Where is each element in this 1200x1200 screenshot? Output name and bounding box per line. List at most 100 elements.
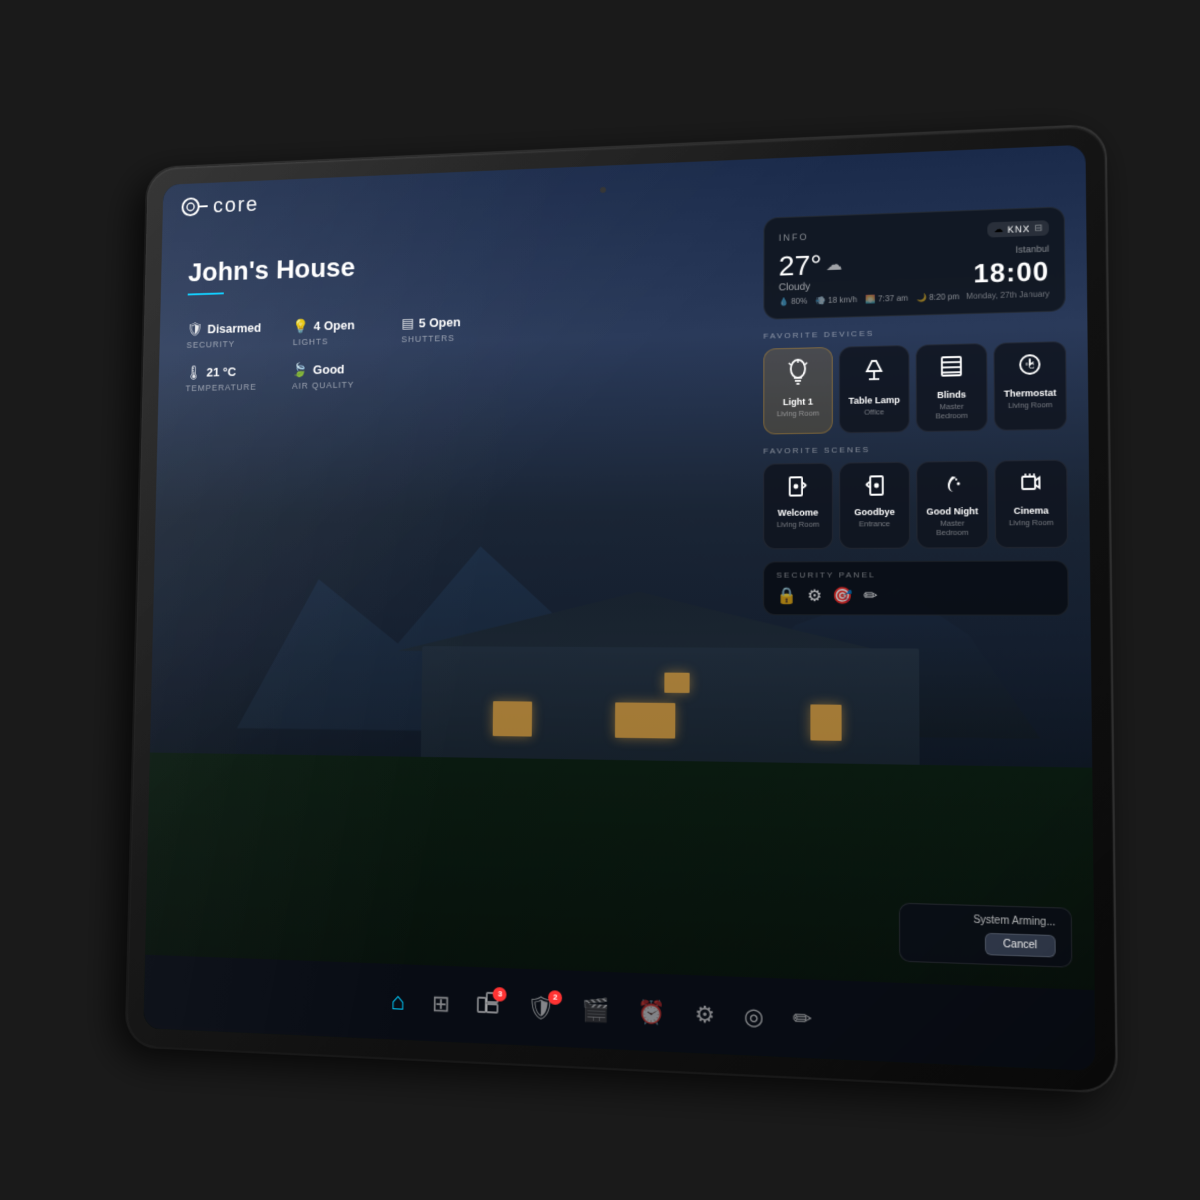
scene-icon-cinema: [1020, 471, 1042, 499]
device-icon-table-lamp: [863, 357, 886, 390]
cancel-arming-button[interactable]: Cancel: [985, 933, 1056, 958]
time-section: Istanbul 18:00 Monday, 27th January: [966, 244, 1050, 301]
scene-card-goodnight[interactable]: Good Night Master Bedroom: [916, 460, 988, 548]
scene-location-cinema: Living Room: [1009, 517, 1054, 527]
scene-location-goodbye: Entrance: [859, 519, 890, 528]
knx-badge: ☁ KNX ⊟: [987, 220, 1049, 237]
lights-value: 4 Open: [314, 318, 355, 333]
lights-icon: 💡: [293, 318, 309, 335]
scene-card-welcome[interactable]: Welcome Living Room: [763, 463, 833, 549]
right-panel: INFO ☁ KNX ⊟ 27° ☁ Cloudy: [763, 206, 1069, 623]
weather-humidity: 💧 80%: [779, 297, 808, 307]
air-quality-value: Good: [313, 362, 345, 377]
nav-item-rooms[interactable]: ⊞: [432, 990, 450, 1017]
time-display: 18:00: [966, 256, 1050, 290]
weather-sunset: 🌙 8:20 pm: [916, 292, 959, 302]
status-temperature[interactable]: 🌡 21 °C TEMPERATURE: [185, 362, 283, 393]
logo-icon: [181, 196, 210, 218]
device-name-light1: Light 1: [783, 397, 813, 408]
security-action-target[interactable]: 🎯: [832, 585, 853, 605]
favorite-devices-section: FAVORITE DEVICES: [763, 324, 1067, 435]
system-arming-notification: System Arming... Cancel: [899, 903, 1072, 968]
more-nav-icon: ◎: [744, 1003, 764, 1031]
weather-section: 27° ☁ Cloudy 💧 80% 💨 18 km/h: [779, 246, 967, 306]
device-name-blinds: Blinds: [937, 389, 966, 401]
home-nav-icon: ⌂: [391, 987, 405, 1016]
temperature-value: 21 °C: [206, 365, 236, 380]
nav-item-settings[interactable]: ⚙: [695, 1001, 715, 1029]
tablet-device: core John's House 🛡 Disarmed SECURITY: [126, 126, 1115, 1092]
rooms-nav-icon: ⊞: [432, 990, 450, 1017]
device-card-table-lamp[interactable]: Table Lamp Office: [839, 345, 910, 433]
status-lights[interactable]: 💡 4 Open LIGHTS: [293, 316, 393, 347]
security-action-settings[interactable]: ⚙: [807, 585, 822, 605]
device-card-light1[interactable]: Light 1 Living Room: [763, 347, 833, 434]
date-display: Monday, 27th January: [966, 289, 1049, 301]
scene-icon-goodbye: [864, 473, 885, 501]
nav-item-devices[interactable]: 3: [477, 991, 499, 1020]
security-value: Disarmed: [207, 320, 261, 336]
device-card-blinds[interactable]: Blinds Master Bedroom: [916, 343, 988, 432]
nav-item-scenes[interactable]: 🎬: [582, 996, 610, 1024]
arming-text: System Arming...: [915, 913, 1056, 929]
app-logo: core: [180, 192, 259, 219]
clock-nav-icon: ⏰: [638, 998, 666, 1026]
security-label: SECURITY: [186, 338, 283, 350]
status-air-quality[interactable]: 🍃 Good AIR QUALITY: [292, 360, 392, 391]
air-quality-label: AIR QUALITY: [292, 379, 392, 391]
nav-item-clock[interactable]: ⏰: [638, 998, 666, 1026]
weather-info-card: INFO ☁ KNX ⊟ 27° ☁ Cloudy: [763, 206, 1065, 319]
security-panel-label: SECURITY PANEL: [776, 569, 1054, 579]
nav-item-security[interactable]: 2 🛡: [526, 994, 554, 1022]
settings-nav-icon: ⚙: [695, 1001, 715, 1029]
favorite-scenes-section: FAVORITE SCENES Welcome: [763, 442, 1068, 549]
logo-text: core: [213, 192, 259, 218]
city-name: Istanbul: [966, 244, 1049, 257]
shutters-icon: ▤: [402, 315, 415, 332]
device-location-thermostat: Living Room: [1008, 400, 1053, 410]
device-icon-light1: [787, 358, 809, 391]
device-card-thermostat[interactable]: °C Thermostat Living Room: [993, 341, 1066, 430]
title-accent-line: [188, 292, 224, 295]
temperature-icon: 🌡: [186, 364, 202, 380]
status-security[interactable]: 🛡 Disarmed SECURITY: [186, 319, 284, 350]
device-location-table-lamp: Office: [864, 407, 884, 416]
scene-card-goodbye[interactable]: Goodbye Entrance: [839, 461, 910, 548]
device-icon-blinds: [940, 355, 963, 384]
security-action-edit[interactable]: ✏: [863, 585, 877, 606]
scenes-grid: Welcome Living Room: [763, 459, 1068, 549]
camera: [600, 187, 606, 193]
scene-location-welcome: Living Room: [777, 519, 820, 528]
tablet-screen: core John's House 🛡 Disarmed SECURITY: [143, 145, 1095, 1072]
scene-name-goodbye: Goodbye: [854, 507, 895, 518]
nav-item-home[interactable]: ⌂: [391, 987, 405, 1016]
left-content-panel: John's House 🛡 Disarmed SECURITY 💡 4 Ope…: [185, 247, 504, 412]
weather-temperature: 27°: [779, 251, 822, 280]
scene-card-cinema[interactable]: Cinema Living Room: [994, 459, 1068, 547]
weather-sunrise: 🌅 7:37 am: [865, 294, 908, 304]
info-section-label: INFO: [779, 231, 809, 242]
security-badge: 2: [548, 990, 562, 1005]
device-icon-thermostat: °C: [1018, 353, 1042, 382]
temperature-label: TEMPERATURE: [185, 381, 282, 393]
scene-name-goodnight: Good Night: [926, 506, 978, 518]
security-action-lock[interactable]: 🔒: [776, 585, 796, 605]
device-location-blinds: Master Bedroom: [923, 401, 980, 420]
security-icon: 🛡: [187, 321, 203, 337]
info-card-header: INFO ☁ KNX ⊟: [779, 220, 1049, 245]
nav-item-more[interactable]: ◎: [744, 1003, 764, 1031]
scene-icon-welcome: [788, 474, 809, 501]
status-shutters[interactable]: ▤ 5 Open SHUTTERS: [401, 312, 503, 344]
status-grid: 🛡 Disarmed SECURITY 💡 4 Open LIGHTS: [185, 312, 503, 393]
edit-nav-icon: ✏: [793, 1005, 812, 1033]
scene-name-cinema: Cinema: [1014, 505, 1049, 516]
favorite-devices-label: FAVORITE DEVICES: [763, 324, 1066, 341]
device-location-light1: Living Room: [777, 408, 820, 418]
scene-location-goodnight: Master Bedroom: [924, 518, 981, 537]
weather-details: 💧 80% 💨 18 km/h 🌅 7:37 am 🌙 8:20 pm: [779, 292, 967, 307]
security-icons-row: 🔒 ⚙ 🎯 ✏: [776, 585, 1054, 606]
nav-item-edit[interactable]: ✏: [793, 1005, 812, 1033]
scenes-nav-icon: 🎬: [582, 996, 610, 1024]
air-quality-icon: 🍃: [292, 362, 308, 379]
devices-badge: 3: [493, 986, 507, 1001]
